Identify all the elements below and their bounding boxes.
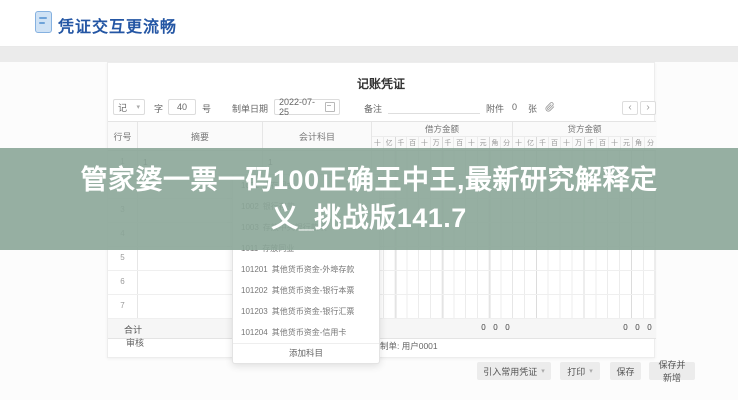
total-debit-yuan: 0 xyxy=(478,323,489,332)
subject-code: 101203 xyxy=(241,307,268,316)
watermark-overlay: 管家婆一票一码100正确王中王,最新研究解释定 义_挑战版141.7 xyxy=(0,148,738,250)
debit-cell[interactable] xyxy=(372,271,513,294)
attachment-count[interactable]: 0 xyxy=(512,102,517,112)
subject-name: 其他货币资金-信用卡 xyxy=(272,328,347,337)
document-icon xyxy=(35,11,52,33)
subject-option[interactable]: 101201 其他货币资金-外埠存款 xyxy=(233,259,379,280)
voucher-toolbar: 记 ▾ 字 40 号 制单日期 2022-07-25 备注 附件 0 张 ‹ › xyxy=(108,99,654,119)
total-debit-jiao: 0 xyxy=(490,323,501,332)
credit-group-label: 贷方金额 xyxy=(513,122,656,136)
col-debit: 借方金额 十亿千百十万千百十元角分 xyxy=(372,122,513,150)
debit-cell[interactable] xyxy=(372,247,513,270)
audit-label: 审核 xyxy=(126,336,144,349)
row-number: 7 xyxy=(108,295,138,318)
paperclip-icon[interactable] xyxy=(545,102,555,112)
voucher-type-value: 记 xyxy=(118,101,127,114)
chevron-down-icon: ▾ xyxy=(136,104,140,111)
subject-code: 101202 xyxy=(241,286,268,295)
print-label: 打印 xyxy=(567,365,585,378)
col-credit: 贷方金额 十亿千百十万千百十元角分 xyxy=(513,122,656,150)
row-number: 6 xyxy=(108,271,138,294)
credit-cell[interactable] xyxy=(513,247,656,270)
subject-code: 101201 xyxy=(241,265,268,274)
attachment-unit-label: 张 xyxy=(528,102,537,115)
col-summary: 摘要 xyxy=(138,122,263,150)
subject-code: 101204 xyxy=(241,328,268,337)
attachment-label: 附件 xyxy=(486,102,504,115)
add-subject-button[interactable]: 添加科目 xyxy=(233,343,379,363)
save-button[interactable]: 保存 xyxy=(610,362,641,380)
voucher-number-input[interactable]: 40 xyxy=(168,99,196,115)
date-label: 制单日期 xyxy=(232,102,268,115)
note-label: 备注 xyxy=(364,102,382,115)
table-row: 5 xyxy=(108,247,656,271)
date-value: 2022-07-25 xyxy=(279,97,325,117)
next-voucher-button[interactable]: › xyxy=(640,101,656,115)
table-row: 7 xyxy=(108,295,656,319)
watermark-line2: 义_挑战版141.7 xyxy=(0,199,738,237)
row-number: 5 xyxy=(108,247,138,270)
page-title: 凭证交互更流畅 xyxy=(58,13,177,37)
col-row-number: 行号 xyxy=(108,122,138,150)
credit-cell[interactable] xyxy=(513,295,656,318)
date-input[interactable]: 2022-07-25 xyxy=(274,99,340,115)
note-input[interactable] xyxy=(388,113,480,114)
subject-option[interactable]: 101203 其他货币资金-银行汇票 xyxy=(233,301,379,322)
app-header: 凭证交互更流畅 xyxy=(0,0,738,47)
col-subject: 会计科目 xyxy=(263,122,372,150)
watermark-line1: 管家婆一票一码100正确王中王,最新研究解释定 xyxy=(0,161,738,199)
total-debit-fen: 0 xyxy=(502,323,513,332)
table-row: 6 xyxy=(108,271,656,295)
subject-name: 其他货币资金-银行汇票 xyxy=(272,307,355,316)
chevron-down-icon: ▾ xyxy=(589,368,593,375)
maker-label: 制单: 用户0001 xyxy=(380,340,438,352)
voucher-type-select[interactable]: 记 ▾ xyxy=(113,99,145,115)
subject-option[interactable]: 101204 其他货币资金-信用卡 xyxy=(233,322,379,343)
prev-voucher-button[interactable]: ‹ xyxy=(622,101,638,115)
total-credit-yuan: 0 xyxy=(620,323,631,332)
calendar-icon xyxy=(325,102,335,112)
total-label: 合计 xyxy=(124,323,142,336)
header-divider xyxy=(0,47,738,62)
table-header: 行号 摘要 会计科目 借方金额 十亿千百十万千百十元角分 贷方金额 十亿千百十万… xyxy=(108,122,656,151)
debit-group-label: 借方金额 xyxy=(372,122,512,136)
import-common-voucher-button[interactable]: 引入常用凭证 ▾ xyxy=(477,362,551,380)
subject-option[interactable]: 101202 其他货币资金-银行本票 xyxy=(233,280,379,301)
chevron-down-icon: ▾ xyxy=(541,368,545,375)
total-row: 合计 0 0 0 0 0 0 xyxy=(108,319,656,339)
credit-cell[interactable] xyxy=(513,271,656,294)
import-common-voucher-label: 引入常用凭证 xyxy=(483,365,537,378)
subject-name: 其他货币资金-银行本票 xyxy=(272,286,355,295)
total-credit-fen: 0 xyxy=(644,323,655,332)
hao-label: 号 xyxy=(202,102,211,115)
zi-label: 字 xyxy=(154,102,163,115)
voucher-title: 记账凭证 xyxy=(108,75,654,92)
save-and-new-button[interactable]: 保存并新增 xyxy=(649,362,695,380)
debit-cell[interactable] xyxy=(372,295,513,318)
print-button[interactable]: 打印 ▾ xyxy=(560,362,600,380)
total-credit-jiao: 0 xyxy=(632,323,643,332)
subject-name: 其他货币资金-外埠存款 xyxy=(272,265,355,274)
